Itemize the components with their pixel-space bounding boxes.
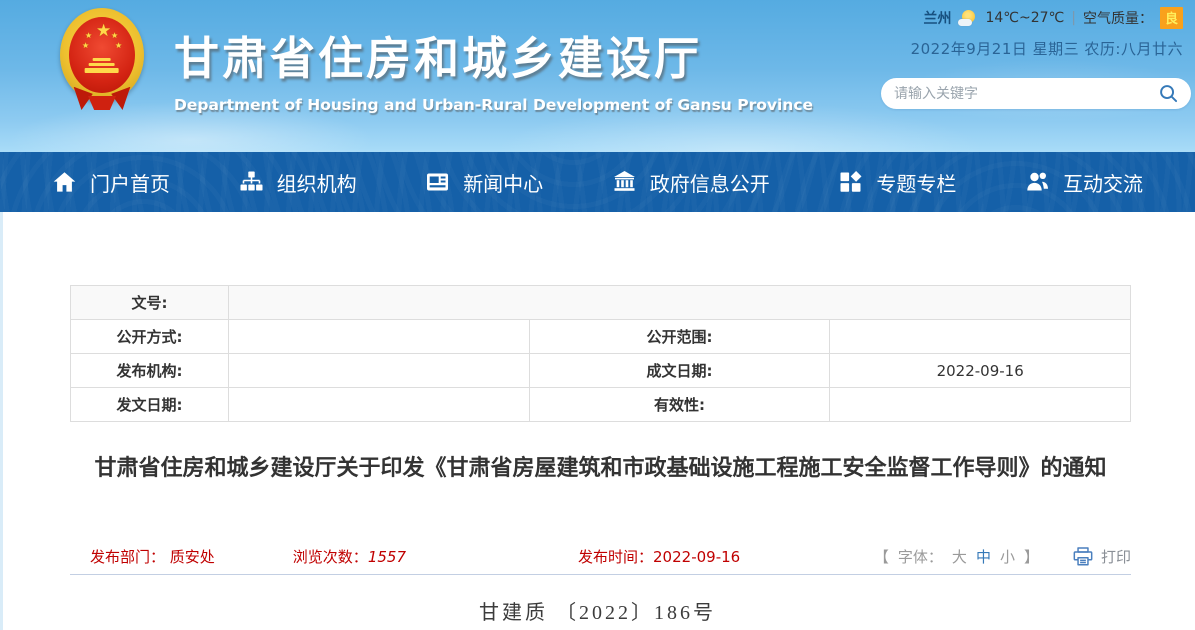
site-header: ★ ★ ★ ★ ★ 甘肃省住房和城乡建设厅 Department of Hous… xyxy=(0,0,1195,152)
search-button[interactable] xyxy=(1159,84,1178,103)
table-row: 公开方式: 公开范围: xyxy=(71,320,1131,354)
weather-bar: 兰州 14℃~27℃ | 空气质量： 良 xyxy=(923,7,1183,29)
article-title: 甘肃省住房和城乡建设厅关于印发《甘肃省房屋建筑和市政基础设施工程施工安全监督工作… xyxy=(70,450,1131,487)
page-edge-strip xyxy=(0,212,3,630)
written-date-label: 成文日期: xyxy=(529,354,830,388)
search-icon xyxy=(1159,84,1178,103)
table-row: 发文日期: 有效性: xyxy=(71,388,1131,422)
print-button[interactable]: 打印 xyxy=(1073,546,1131,567)
document-info-table: 文号: 公开方式: 公开范围: 发布机构: 成文日期: 2022-09-16 发… xyxy=(70,285,1131,422)
nav-label: 专题专栏 xyxy=(876,168,956,197)
validity-value xyxy=(830,388,1131,422)
date-line: 2022年9月21日 星期三 农历:八月廿六 xyxy=(911,38,1183,59)
nav-item-organization[interactable]: 组织机构 xyxy=(239,168,357,197)
issuing-agency-label: 发布机构: xyxy=(71,354,229,388)
emblem-ribbon xyxy=(88,96,116,110)
home-icon xyxy=(52,170,77,194)
bracket: 】 xyxy=(1024,546,1039,567)
doc-number-value xyxy=(229,286,1131,320)
open-scope-label: 公开范围: xyxy=(529,320,830,354)
people-icon xyxy=(1025,170,1050,194)
font-size-label: 字体： xyxy=(898,546,943,567)
nav-item-interaction[interactable]: 互动交流 xyxy=(1025,168,1143,197)
nav-label: 新闻中心 xyxy=(463,168,543,197)
publish-time: 发布时间：2022-09-16 xyxy=(578,546,740,567)
sun-cloud-icon xyxy=(958,10,978,26)
site-subtitle-english: Department of Housing and Urban-Rural De… xyxy=(174,96,813,114)
emblem-star-icon: ★ xyxy=(82,42,89,50)
search-box xyxy=(881,78,1191,109)
table-row: 文号: xyxy=(71,286,1131,320)
main-nav: 门户首页 组织机构 xyxy=(0,152,1195,212)
meta-divider xyxy=(70,574,1131,575)
newspaper-icon xyxy=(425,170,450,194)
emblem-star-icon: ★ xyxy=(96,23,111,40)
separator: | xyxy=(1071,10,1076,26)
publish-time-value: 2022-09-16 xyxy=(653,548,740,566)
nav-label: 组织机构 xyxy=(277,168,357,197)
validity-label: 有效性: xyxy=(529,388,830,422)
bracket: 【 xyxy=(874,546,889,567)
official-doc-number: 甘建质 〔2022〕186号 xyxy=(0,596,1195,625)
table-row: 发布机构: 成文日期: 2022-09-16 xyxy=(71,354,1131,388)
org-chart-icon xyxy=(239,170,264,194)
emblem-gate-icon xyxy=(84,58,120,73)
doc-number-label: 文号: xyxy=(71,286,229,320)
grid-icon xyxy=(838,170,863,194)
air-quality-label: 空气质量： xyxy=(1083,8,1153,28)
print-label: 打印 xyxy=(1101,546,1131,567)
national-emblem-logo: ★ ★ ★ ★ ★ xyxy=(58,6,146,116)
emblem-star-icon: ★ xyxy=(85,32,92,40)
written-date-value: 2022-09-16 xyxy=(830,354,1131,388)
gov-building-icon xyxy=(612,170,637,194)
open-type-value xyxy=(229,320,530,354)
emblem-star-icon: ★ xyxy=(115,42,122,50)
publish-dept: 发布部门： 质安处 xyxy=(90,546,215,567)
font-size-large-button[interactable]: 大 xyxy=(952,546,967,567)
nav-item-gov-info[interactable]: 政府信息公开 xyxy=(612,168,770,197)
issue-date-value xyxy=(229,388,530,422)
page: ★ ★ ★ ★ ★ 甘肃省住房和城乡建设厅 Department of Hous… xyxy=(0,0,1195,630)
view-count-value: 1557 xyxy=(368,548,406,566)
search-input[interactable] xyxy=(894,86,1159,102)
article-meta-bar: 发布部门： 质安处 浏览次数：1557 发布时间：2022-09-16 【 字体… xyxy=(70,546,1131,567)
site-brand: ★ ★ ★ ★ ★ 甘肃省住房和城乡建设厅 Department of Hous… xyxy=(58,6,813,116)
issuing-agency-value xyxy=(229,354,530,388)
open-type-label: 公开方式: xyxy=(71,320,229,354)
site-title: 甘肃省住房和城乡建设厅 xyxy=(174,22,813,87)
font-size-widget: 【 字体： 大 中 小 】 xyxy=(874,546,1039,567)
nav-label: 政府信息公开 xyxy=(650,168,770,197)
nav-label: 门户首页 xyxy=(90,168,170,197)
printer-icon xyxy=(1073,547,1093,566)
font-size-medium-button[interactable]: 中 xyxy=(976,546,991,567)
emblem-star-icon: ★ xyxy=(111,32,118,40)
view-count: 浏览次数：1557 xyxy=(293,546,406,567)
nav-item-home[interactable]: 门户首页 xyxy=(52,168,170,197)
nav-label: 互动交流 xyxy=(1063,168,1143,197)
font-size-small-button[interactable]: 小 xyxy=(1000,546,1015,567)
weather-city: 兰州 xyxy=(923,8,951,28)
publish-dept-value: 质安处 xyxy=(170,548,215,566)
air-quality-badge: 良 xyxy=(1160,7,1183,29)
nav-item-news[interactable]: 新闻中心 xyxy=(425,168,543,197)
nav-item-special-topics[interactable]: 专题专栏 xyxy=(838,168,956,197)
open-scope-value xyxy=(830,320,1131,354)
weather-temperature: 14℃~27℃ xyxy=(985,10,1064,26)
issue-date-label: 发文日期: xyxy=(71,388,229,422)
